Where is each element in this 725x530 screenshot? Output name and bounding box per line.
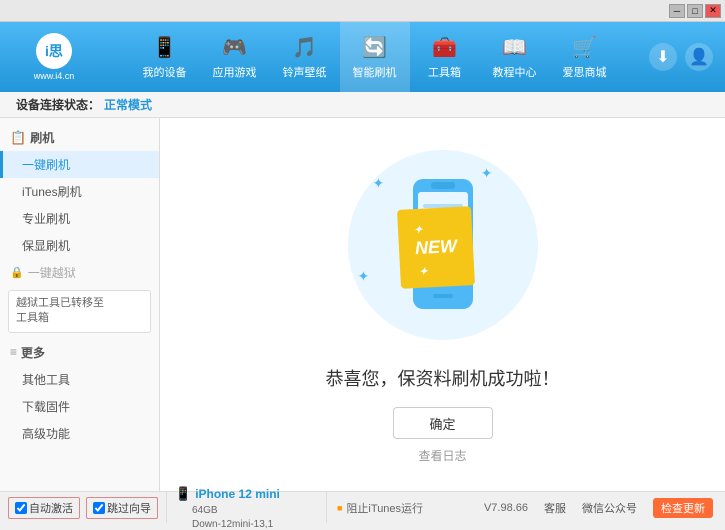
device-model: Down-12mini-13,1 xyxy=(192,519,273,530)
logo-area: i思 www.i4.cn xyxy=(0,33,100,81)
auto-activate-input[interactable] xyxy=(15,502,27,514)
sparkle-3: ✦ xyxy=(358,268,370,285)
title-bar: ─ □ ✕ xyxy=(0,0,725,22)
tutorial-icon: 📖 xyxy=(502,35,527,60)
phone-container: NEW xyxy=(403,174,483,317)
more-icon: ≡ xyxy=(10,345,17,359)
device-info-section: 📱 iPhone 12 mini 64GB Down-12mini-13,1 xyxy=(167,492,327,523)
second-link[interactable]: 查看日志 xyxy=(418,447,466,464)
user-button[interactable]: 👤 xyxy=(685,43,713,71)
minimize-button[interactable]: ─ xyxy=(669,4,685,18)
sidebar-item-other-tools[interactable]: 其他工具 xyxy=(0,366,159,393)
jb-notice-text: 越狱工具已转移至工具箱 xyxy=(16,297,104,324)
success-illustration: ✦ ✦ ✦ NEW xyxy=(343,145,543,345)
maximize-button[interactable]: □ xyxy=(687,4,703,18)
save-flash-label: 保显刷机 xyxy=(22,239,70,253)
device-name: iPhone 12 mini xyxy=(195,487,280,501)
service-link[interactable]: 客服 xyxy=(544,500,566,516)
sidebar-item-itunes-flash[interactable]: iTunes刷机 xyxy=(0,178,159,205)
pro-flash-label: 专业刷机 xyxy=(22,212,70,226)
wechat-link[interactable]: 微信公众号 xyxy=(582,500,637,516)
device-icon: 📱 xyxy=(175,486,191,502)
new-badge: NEW xyxy=(396,206,474,289)
nav-item-apps-games[interactable]: 🎮 应用游戏 xyxy=(200,22,270,92)
auto-activate-checkbox[interactable]: 自动激活 xyxy=(8,497,80,519)
logo-text: i思 xyxy=(45,41,63,61)
one-click-flash-label: 一键刷机 xyxy=(22,158,70,172)
status-label: 设备连接状态： xyxy=(16,96,100,113)
device-storage: 64GB xyxy=(192,505,218,516)
apps-games-icon: 🎮 xyxy=(222,35,247,60)
sidebar: 📋 刷机 一键刷机 iTunes刷机 专业刷机 保显刷机 🔒 一键越狱 越狱工具… xyxy=(0,118,160,491)
more-section-label: 更多 xyxy=(21,344,45,361)
confirm-button[interactable]: 确定 xyxy=(393,407,493,439)
lock-icon: 🔒 xyxy=(10,266,24,279)
close-button[interactable]: ✕ xyxy=(705,4,721,18)
itunes-status: 阻止iTunes运行 xyxy=(337,500,423,516)
flash-section-label: 刷机 xyxy=(30,129,54,146)
more-section-header: ≡ 更多 xyxy=(0,339,159,366)
itunes-flash-label: iTunes刷机 xyxy=(22,185,82,199)
logo-url: www.i4.cn xyxy=(34,71,75,81)
nav-item-smart-flash[interactable]: 🔄 智能刷机 xyxy=(340,22,410,92)
sidebar-item-advanced[interactable]: 高级功能 xyxy=(0,420,159,447)
skip-wizard-label: 跳过向导 xyxy=(107,500,151,516)
nav-item-toolbox[interactable]: 🧰 工具箱 xyxy=(410,22,480,92)
my-device-icon: 📱 xyxy=(152,35,177,60)
auto-activate-label: 自动激活 xyxy=(29,500,73,516)
locked-label: 一键越狱 xyxy=(28,264,76,281)
bottom-center: 阻止iTunes运行 xyxy=(327,492,484,523)
flash-section-icon: 📋 xyxy=(10,130,26,146)
nav-item-tutorial-label: 教程中心 xyxy=(493,64,537,80)
logo-icon: i思 xyxy=(36,33,72,69)
nav-item-tutorial[interactable]: 📖 教程中心 xyxy=(480,22,550,92)
nav-items: 📱 我的设备 🎮 应用游戏 🎵 铃声壁纸 🔄 智能刷机 🧰 工具箱 📖 教程中心… xyxy=(100,22,649,92)
sidebar-item-one-click-flash[interactable]: 一键刷机 xyxy=(0,151,159,178)
bottom-checkboxes: 自动激活 跳过向导 xyxy=(0,492,167,523)
sidebar-item-pro-flash[interactable]: 专业刷机 xyxy=(0,205,159,232)
nav-item-mall[interactable]: 🛒 爱思商城 xyxy=(550,22,620,92)
status-value: 正常模式 xyxy=(104,96,152,113)
download-button[interactable]: ⬇ xyxy=(649,43,677,71)
flash-section-header: 📋 刷机 xyxy=(0,124,159,151)
more-section: ≡ 更多 其他工具 下载固件 高级功能 xyxy=(0,339,159,447)
nav-item-my-device-label: 我的设备 xyxy=(143,64,187,80)
full-bottom: 自动激活 跳过向导 📱 iPhone 12 mini 64GB Down-12m… xyxy=(0,491,725,523)
nav-item-mall-label: 爱思商城 xyxy=(563,64,607,80)
advanced-label: 高级功能 xyxy=(22,427,70,441)
version-text: V7.98.66 xyxy=(484,502,528,514)
update-button[interactable]: 检查更新 xyxy=(653,498,713,518)
nav-item-my-device[interactable]: 📱 我的设备 xyxy=(130,22,200,92)
status-bar: 设备连接状态： 正常模式 xyxy=(0,92,725,118)
nav-right-buttons: ⬇ 👤 xyxy=(649,43,725,71)
nav-item-toolbox-label: 工具箱 xyxy=(428,64,461,80)
content-area: ✦ ✦ ✦ NEW xyxy=(160,118,725,491)
sidebar-item-download-firmware[interactable]: 下载固件 xyxy=(0,393,159,420)
skip-wizard-input[interactable] xyxy=(93,502,105,514)
bottom-status-right: V7.98.66 客服 微信公众号 检查更新 xyxy=(484,492,725,523)
sparkle-1: ✦ xyxy=(373,175,385,192)
nav-item-apps-games-label: 应用游戏 xyxy=(213,64,257,80)
mall-icon: 🛒 xyxy=(572,35,597,60)
ringtone-icon: 🎵 xyxy=(292,35,317,60)
download-firmware-label: 下载固件 xyxy=(22,400,70,414)
nav-item-smart-flash-label: 智能刷机 xyxy=(353,64,397,80)
smart-flash-icon: 🔄 xyxy=(362,35,387,60)
other-tools-label: 其他工具 xyxy=(22,373,70,387)
toolbox-icon: 🧰 xyxy=(432,35,457,60)
sidebar-locked-jailbreak: 🔒 一键越狱 xyxy=(0,259,159,286)
header: i思 www.i4.cn 📱 我的设备 🎮 应用游戏 🎵 铃声壁纸 🔄 智能刷机… xyxy=(0,22,725,92)
nav-item-ringtone-label: 铃声壁纸 xyxy=(283,64,327,80)
main-container: 📋 刷机 一键刷机 iTunes刷机 专业刷机 保显刷机 🔒 一键越狱 越狱工具… xyxy=(0,118,725,491)
sidebar-item-save-flash[interactable]: 保显刷机 xyxy=(0,232,159,259)
success-message: 恭喜您，保资料刷机成功啦！ xyxy=(326,365,560,391)
nav-item-ringtone-wallpaper[interactable]: 🎵 铃声壁纸 xyxy=(270,22,340,92)
sparkle-2: ✦ xyxy=(481,165,493,182)
jailbreak-notice: 越狱工具已转移至工具箱 xyxy=(8,290,151,333)
skip-wizard-checkbox[interactable]: 跳过向导 xyxy=(86,497,158,519)
